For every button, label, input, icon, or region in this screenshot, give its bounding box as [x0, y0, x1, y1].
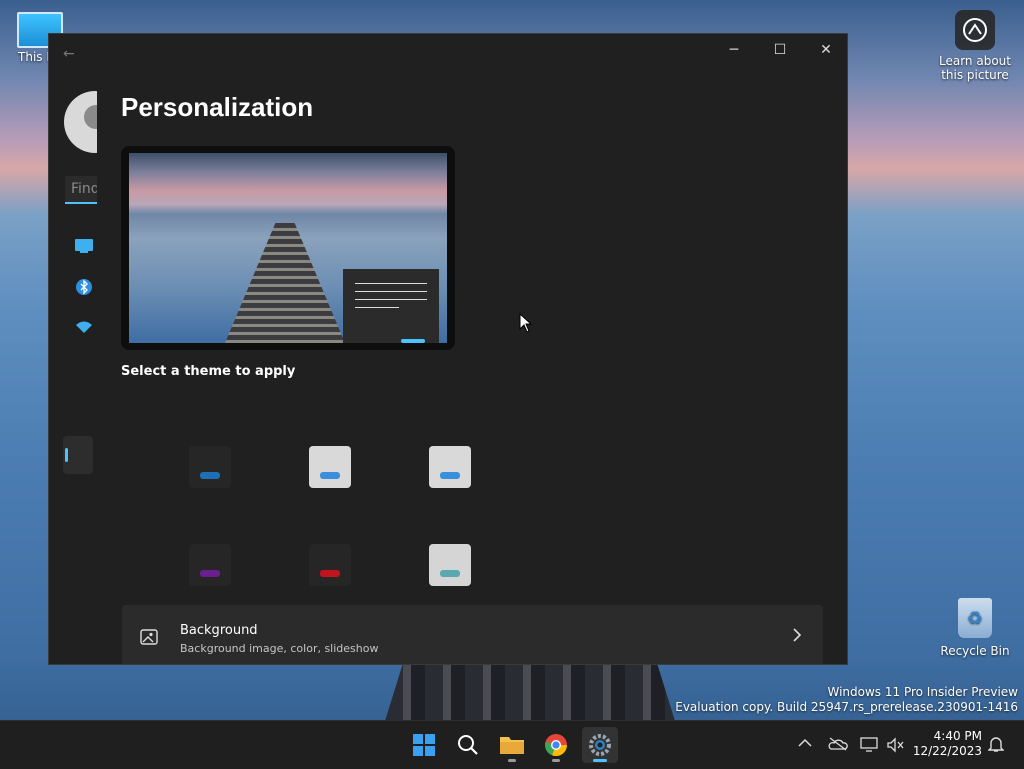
onedrive-icon[interactable]: [828, 737, 848, 754]
desktop-icon-learn-about-picture[interactable]: Learn about this picture: [938, 10, 1012, 82]
theme-accent-bar: [200, 472, 220, 479]
theme-accent-bar: [320, 570, 340, 577]
active-indicator: [593, 759, 607, 762]
desktop-icon-recycle-bin[interactable]: ♻ Recycle Bin: [940, 598, 1010, 658]
evaluation-watermark: Windows 11 Pro Insider Preview Evaluatio…: [675, 685, 1018, 715]
navigation-pane: Find: [49, 84, 109, 664]
clock-time: 4:40 PM: [933, 729, 982, 743]
network-icon[interactable]: [860, 737, 878, 756]
avatar[interactable]: [64, 91, 97, 153]
mouse-cursor-icon: [519, 312, 533, 337]
desktop-icon-label: Recycle Bin: [940, 644, 1010, 658]
theme-tile-light[interactable]: [309, 446, 351, 488]
chrome-icon[interactable]: [538, 727, 574, 763]
theme-accent-bar: [440, 472, 460, 479]
background-setting-row[interactable]: Background Background image, color, slid…: [122, 605, 823, 664]
chevron-right-icon: [792, 627, 802, 646]
system-icon[interactable]: [75, 237, 93, 255]
page-title: Personalization: [121, 92, 314, 122]
settings-window: ← ─ ☐ ✕ Find Personalization Select a th…: [48, 33, 848, 665]
desktop-icon-label: Learn about this picture: [939, 54, 1011, 82]
settings-icon[interactable]: [582, 727, 618, 763]
wifi-icon[interactable]: [75, 318, 93, 336]
running-indicator: [552, 759, 560, 762]
maximize-button[interactable]: ☐: [757, 34, 803, 66]
preview-window-mock: [343, 269, 439, 343]
watermark-line-1: Windows 11 Pro Insider Preview: [827, 685, 1018, 699]
search-input[interactable]: Find: [65, 176, 97, 204]
running-indicator: [508, 759, 516, 762]
search-placeholder: Find: [71, 181, 97, 197]
chevron-up-icon[interactable]: [798, 737, 812, 751]
select-theme-label: Select a theme to apply: [121, 364, 296, 379]
watermark-line-2: Evaluation copy. Build 25947.rs_prerelea…: [675, 700, 1018, 714]
close-button[interactable]: ✕: [803, 34, 847, 66]
notification-bell-icon[interactable]: [987, 735, 1005, 756]
theme-tile-purple[interactable]: [189, 544, 231, 586]
theme-preview: [121, 146, 455, 350]
theme-tile-red[interactable]: [309, 544, 351, 586]
theme-accent-bar: [440, 570, 460, 577]
background-title: Background: [180, 623, 258, 638]
recycle-bin-icon: ♻: [958, 598, 992, 638]
preview-pier: [225, 223, 345, 343]
minimize-button[interactable]: ─: [711, 34, 757, 66]
background-description: Background image, color, slideshow: [180, 642, 379, 655]
taskbar: 4:40 PM 12/22/2023: [0, 720, 1024, 769]
taskbar-clock[interactable]: 4:40 PM 12/22/2023: [912, 729, 982, 759]
wallpaper-preview-image: [129, 153, 447, 343]
title-bar[interactable]: ← ─ ☐ ✕: [49, 34, 847, 66]
theme-accent-bar: [200, 570, 220, 577]
wallpaper-pier: [385, 665, 675, 721]
bluetooth-icon[interactable]: [75, 278, 93, 296]
camera-icon: [955, 10, 995, 50]
start-icon[interactable]: [406, 727, 442, 763]
nav-item-personalization[interactable]: [63, 436, 93, 474]
theme-accent-bar: [320, 472, 340, 479]
theme-tile-teal[interactable]: [429, 544, 471, 586]
search-icon[interactable]: [450, 727, 486, 763]
theme-tile-dark[interactable]: [189, 446, 231, 488]
volume-icon[interactable]: [886, 737, 906, 756]
back-arrow-icon[interactable]: ←: [63, 46, 75, 62]
file-explorer-icon[interactable]: [494, 727, 530, 763]
theme-tile-glow[interactable]: [429, 446, 471, 488]
image-icon: [140, 629, 158, 649]
clock-date: 12/22/2023: [912, 744, 982, 758]
